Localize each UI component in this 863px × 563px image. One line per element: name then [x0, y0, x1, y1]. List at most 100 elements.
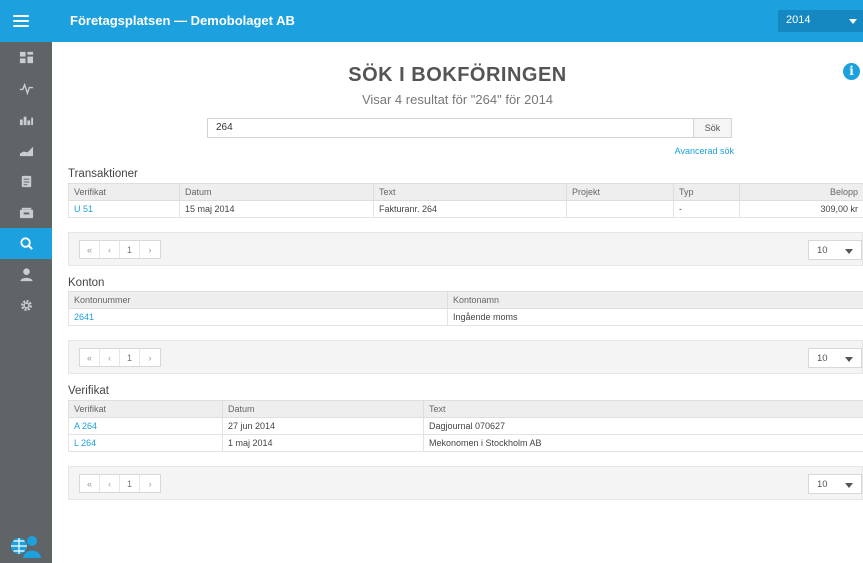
sidebar-item-dashboard[interactable] [0, 42, 52, 73]
gear-icon [20, 300, 32, 311]
voucher-link[interactable]: A 264 [68, 417, 223, 435]
page-title: SÖK I BOKFÖRINGEN [348, 64, 567, 86]
page-size-select[interactable]: 10 [808, 474, 862, 494]
sidebar [0, 42, 52, 563]
sidebar-item-settings[interactable] [0, 290, 52, 321]
first-page-button[interactable]: « [80, 475, 100, 492]
pulse-icon [19, 82, 33, 96]
dashboard-icon [19, 51, 33, 64]
page-size-value: 10 [817, 353, 828, 364]
first-page-button[interactable]: « [80, 241, 100, 258]
transactions-pagination: « ‹ 1 › 10 [68, 232, 863, 266]
sidebar-item-user[interactable] [0, 259, 52, 290]
table-row[interactable]: 2641 Ingående moms [68, 308, 863, 326]
support-icon [11, 536, 41, 558]
sidebar-item-pulse[interactable] [0, 73, 52, 104]
sidebar-item-documents[interactable] [0, 166, 52, 197]
page-size-select[interactable]: 10 [808, 240, 862, 260]
page-subtitle: Visar 4 resultat för "264" för 2014 [361, 92, 554, 107]
info-icon[interactable]: i [843, 63, 860, 80]
page-number[interactable]: 1 [120, 349, 140, 366]
column-header[interactable]: Belopp [739, 183, 863, 201]
table-header-row: Kontonummer Kontonamn [68, 291, 863, 309]
table-row[interactable]: A 264 27 jun 2014 Dagjournal 070627 [68, 417, 863, 435]
next-page-button[interactable]: › [140, 241, 160, 258]
next-page-button[interactable]: › [140, 475, 160, 492]
chevron-down-icon [845, 483, 853, 488]
pager: « ‹ 1 › [79, 240, 161, 259]
support-button[interactable] [0, 527, 52, 563]
chevron-down-icon [845, 249, 853, 254]
column-header[interactable]: Kontonummer [68, 291, 448, 309]
vouchers-title: Verifikat [68, 385, 109, 397]
column-header[interactable]: Datum [222, 400, 424, 418]
voucher-link[interactable]: U 51 [68, 200, 180, 218]
advanced-search-link[interactable]: Avancerad sök [652, 146, 734, 156]
sidebar-item-search[interactable] [0, 228, 52, 259]
sidebar-item-analysis[interactable] [0, 135, 52, 166]
column-header[interactable]: Verifikat [68, 183, 180, 201]
vouchers-pagination: « ‹ 1 › 10 [68, 466, 863, 500]
chevron-down-icon [849, 19, 857, 24]
column-header[interactable]: Typ [673, 183, 740, 201]
table-header-row: Verifikat Datum Text Projekt Typ Belopp [68, 183, 863, 201]
prev-page-button[interactable]: ‹ [100, 475, 120, 492]
amount-cell: 309,00 kr [739, 200, 863, 218]
account-link[interactable]: 2641 [68, 308, 448, 326]
search-input[interactable]: 264 [207, 118, 694, 138]
date-cell: 15 maj 2014 [179, 200, 374, 218]
table-row[interactable]: U 51 15 maj 2014 Fakturanr. 264 - 309,00… [68, 200, 863, 218]
search-icon [19, 237, 33, 250]
sidebar-item-reports[interactable] [0, 104, 52, 135]
column-header[interactable]: Text [373, 183, 567, 201]
user-icon [19, 268, 33, 282]
date-cell: 27 jun 2014 [222, 417, 424, 435]
accounts-title: Konton [68, 277, 105, 289]
text-cell: Mekonomen i Stockholm AB [423, 434, 863, 452]
year-select-value: 2014 [786, 14, 811, 26]
main-content: SÖK I BOKFÖRINGEN Visar 4 resultat för "… [52, 42, 863, 563]
prev-page-button[interactable]: ‹ [100, 241, 120, 258]
type-cell: - [673, 200, 740, 218]
accounts-pagination: « ‹ 1 › 10 [68, 340, 863, 374]
text-cell: Dagjournal 070627 [423, 417, 863, 435]
transactions-title: Transaktioner [68, 168, 138, 180]
first-page-button[interactable]: « [80, 349, 100, 366]
table-row[interactable]: L 264 1 maj 2014 Mekonomen i Stockholm A… [68, 434, 863, 452]
area-chart-icon [19, 146, 33, 157]
pager: « ‹ 1 › [79, 348, 161, 367]
voucher-link[interactable]: L 264 [68, 434, 223, 452]
pager: « ‹ 1 › [79, 474, 161, 493]
inbox-icon [19, 207, 33, 219]
hamburger-icon [13, 15, 29, 27]
hamburger-menu-button[interactable] [0, 0, 42, 42]
next-page-button[interactable]: › [140, 349, 160, 366]
page-number[interactable]: 1 [120, 241, 140, 258]
page-size-value: 10 [817, 479, 828, 490]
page-number[interactable]: 1 [120, 475, 140, 492]
column-header[interactable]: Verifikat [68, 400, 223, 418]
column-header[interactable]: Projekt [566, 183, 674, 201]
date-cell: 1 maj 2014 [222, 434, 424, 452]
page-size-value: 10 [817, 245, 828, 256]
app-title: Företagsplatsen — Demobolaget AB [70, 13, 295, 28]
transactions-table: Verifikat Datum Text Projekt Typ Belopp … [68, 183, 863, 218]
year-select[interactable]: 2014 [778, 10, 863, 32]
accounts-table: Kontonummer Kontonamn 2641 Ingående moms [68, 291, 863, 326]
page-size-select[interactable]: 10 [808, 348, 862, 368]
account-name-cell: Ingående moms [447, 308, 863, 326]
column-header[interactable]: Datum [179, 183, 374, 201]
prev-page-button[interactable]: ‹ [100, 349, 120, 366]
table-header-row: Verifikat Datum Text [68, 400, 863, 418]
search-button[interactable]: Sök [694, 118, 732, 138]
top-bar: Företagsplatsen — Demobolaget AB 2014 [0, 0, 863, 42]
sidebar-item-inbox[interactable] [0, 197, 52, 228]
chevron-down-icon [845, 357, 853, 362]
document-icon [21, 175, 31, 188]
project-cell [566, 200, 674, 218]
column-header[interactable]: Kontonamn [447, 291, 863, 309]
vouchers-table: Verifikat Datum Text A 264 27 jun 2014 D… [68, 400, 863, 452]
text-cell: Fakturanr. 264 [373, 200, 567, 218]
column-header[interactable]: Text [423, 400, 863, 418]
bar-chart-icon [19, 116, 33, 126]
